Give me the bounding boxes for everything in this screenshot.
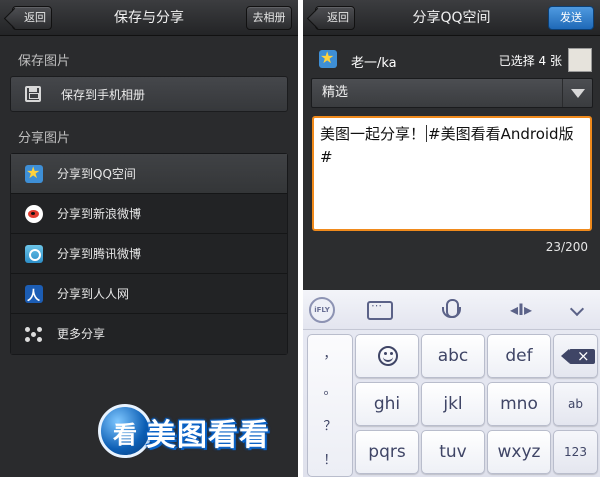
punct-period-key[interactable]: 。 <box>308 379 352 398</box>
save-to-album-button[interactable]: 保存到手机相册 <box>10 76 288 112</box>
key-pqrs[interactable]: pqrs <box>355 430 419 474</box>
qzone-icon <box>319 48 337 68</box>
punct-exclaim-key[interactable]: ！ <box>308 449 352 468</box>
share-item-sina-weibo[interactable]: 分享到新浪微博 <box>11 194 287 234</box>
punct-comma-key[interactable]: ， <box>308 343 352 362</box>
share-section-label: 分享图片 <box>18 131 71 146</box>
share-item-label: 分享到腾讯微博 <box>57 247 142 261</box>
tencent-weibo-icon <box>25 245 43 263</box>
text-cursor <box>426 125 428 142</box>
character-count: 23/200 <box>545 240 588 254</box>
cursor-move-icon[interactable]: ◂I▸ <box>501 296 541 324</box>
chevron-down-icon <box>562 79 592 107</box>
share-item-tencent-weibo[interactable]: 分享到腾讯微博 <box>11 234 287 274</box>
share-item-label: 分享到人人网 <box>57 287 130 301</box>
go-to-album-button[interactable]: 去相册 <box>246 6 292 30</box>
key-def[interactable]: def <box>487 334 551 378</box>
message-text-before-cursor: 美图一起分享！ <box>320 125 426 143</box>
share-item-more[interactable]: 更多分享 <box>11 314 287 354</box>
number-mode-key[interactable]: 123 <box>553 430 598 474</box>
microphone-icon[interactable] <box>431 296 471 324</box>
selected-image-thumbnail[interactable] <box>568 48 592 72</box>
key-abc[interactable]: abc <box>421 334 485 378</box>
send-button[interactable]: 发送 <box>548 6 594 30</box>
smiley-icon <box>378 346 398 366</box>
key-wxyz[interactable]: wxyz <box>487 430 551 474</box>
keyboard-toolbar: iFLY ◂I▸ <box>303 290 600 330</box>
album-select[interactable]: 精选 <box>311 78 593 108</box>
keyboard-switch-icon[interactable] <box>359 296 399 324</box>
backspace-icon <box>561 346 595 366</box>
floppy-disk-icon <box>25 86 41 102</box>
save-to-album-label: 保存到手机相册 <box>61 88 146 102</box>
punctuation-column[interactable]: ， 。 ？ ！ <box>307 334 353 477</box>
share-item-label: 分享到新浪微博 <box>57 207 142 221</box>
soft-keyboard: iFLY ◂I▸ ， 。 ？ ！ abc def ghi jkl mno ab … <box>303 290 600 477</box>
iflytek-logo-icon[interactable]: iFLY <box>309 297 335 323</box>
share-item-qzone[interactable]: 分享到QQ空间 <box>11 154 287 194</box>
key-mno[interactable]: mno <box>487 382 551 426</box>
share-item-renren[interactable]: 分享到人人网 <box>11 274 287 314</box>
qzone-icon <box>25 163 43 183</box>
hide-keyboard-icon[interactable] <box>558 296 598 324</box>
save-share-screen: 返回 保存与分享 去相册 保存图片 保存到手机相册 分享图片 分享到QQ空间 分… <box>0 0 298 477</box>
share-list: 分享到QQ空间 分享到新浪微博 分享到腾讯微博 分享到人人网 更多分享 <box>10 153 288 355</box>
save-section-label: 保存图片 <box>18 54 71 69</box>
key-jkl[interactable]: jkl <box>421 382 485 426</box>
sina-weibo-icon <box>25 205 43 223</box>
share-qzone-screen: 返回 分享QQ空间 发送 老一/ka 已选择 4 张 精选 美图一起分享！#美图… <box>303 0 600 477</box>
logo-emblem: 看 <box>98 404 152 458</box>
renren-icon <box>25 285 43 304</box>
emoji-key[interactable] <box>355 334 419 378</box>
account-name: 老一/ka <box>351 56 397 71</box>
share-more-icon <box>25 325 43 343</box>
selected-count: 已选择 4 张 <box>498 54 562 68</box>
input-mode-key[interactable]: ab <box>553 382 598 426</box>
top-bar: 返回 分享QQ空间 发送 <box>303 0 600 36</box>
message-input[interactable]: 美图一起分享！ #美图看看Android版# <box>312 116 592 231</box>
punct-question-key[interactable]: ？ <box>308 415 352 434</box>
meitu-kankan-logo: 看 美图看看 <box>98 402 298 460</box>
top-bar: 返回 保存与分享 去相册 <box>0 0 298 36</box>
key-tuv[interactable]: tuv <box>421 430 485 474</box>
logo-text: 美图看看 <box>146 418 270 453</box>
backspace-key[interactable] <box>553 334 598 378</box>
album-select-value: 精选 <box>322 85 349 100</box>
share-item-label: 分享到QQ空间 <box>57 167 136 181</box>
key-ghi[interactable]: ghi <box>355 382 419 426</box>
share-item-label: 更多分享 <box>57 327 106 341</box>
